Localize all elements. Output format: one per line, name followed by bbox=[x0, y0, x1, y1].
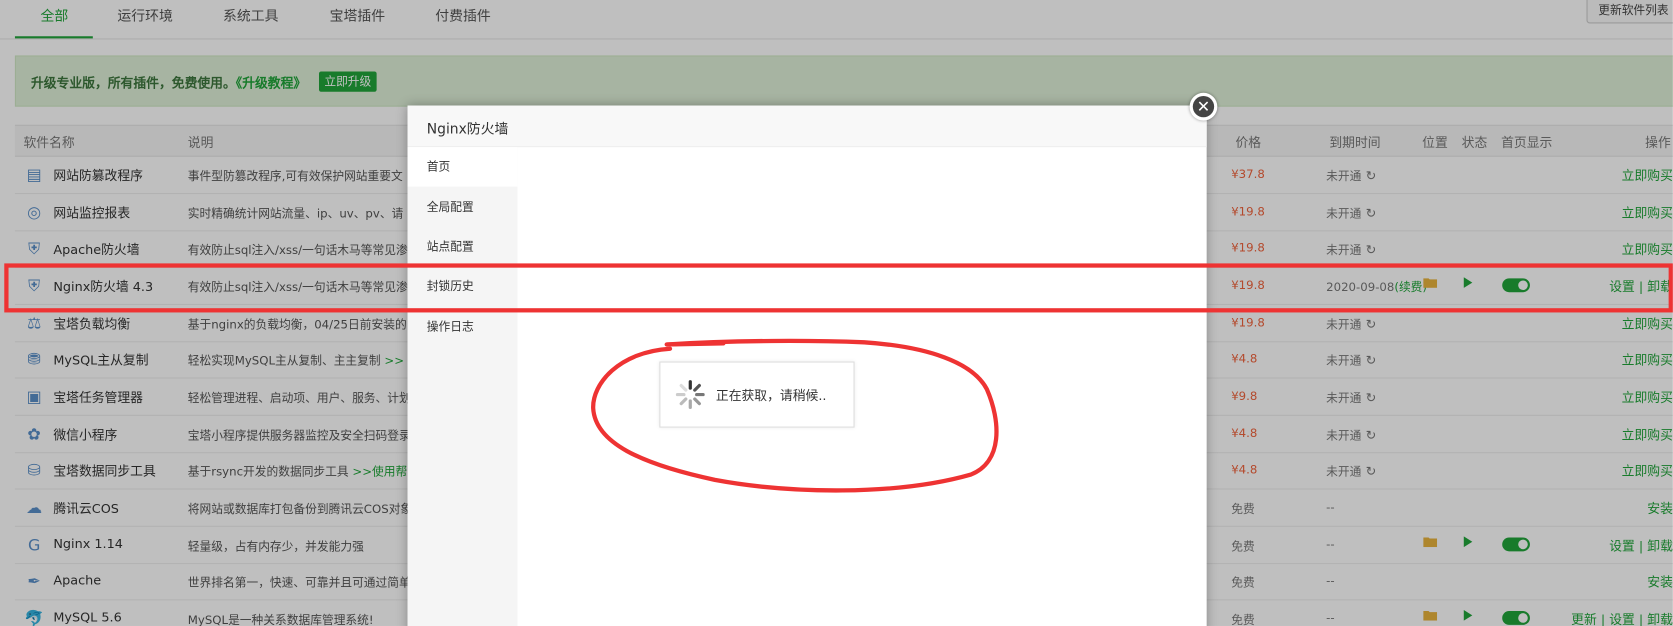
screen: 全部 运行环境 系统工具 宝塔插件 付费插件 更新软件列表 升级专业版，所有插件… bbox=[0, 0, 1673, 626]
nav-site-config[interactable]: 站点配置 bbox=[408, 227, 518, 266]
nav-home[interactable]: 首页 bbox=[407, 147, 518, 187]
nav-global-config[interactable]: 全局配置 bbox=[408, 188, 518, 227]
dialog-title: Nginx防火墙 bbox=[426, 121, 509, 138]
highlight-scribble bbox=[591, 338, 999, 493]
nav-operation-log[interactable]: 操作日志 bbox=[408, 307, 518, 346]
dialog-close-button[interactable]: ✕ bbox=[1189, 92, 1218, 121]
close-icon: ✕ bbox=[1192, 95, 1215, 118]
highlight-rectangle bbox=[4, 263, 1673, 313]
dialog-title-bar: Nginx防火墙 bbox=[407, 105, 1207, 148]
dialog-nav: 首页 全局配置 站点配置 封锁历史 操作日志 bbox=[407, 147, 518, 626]
